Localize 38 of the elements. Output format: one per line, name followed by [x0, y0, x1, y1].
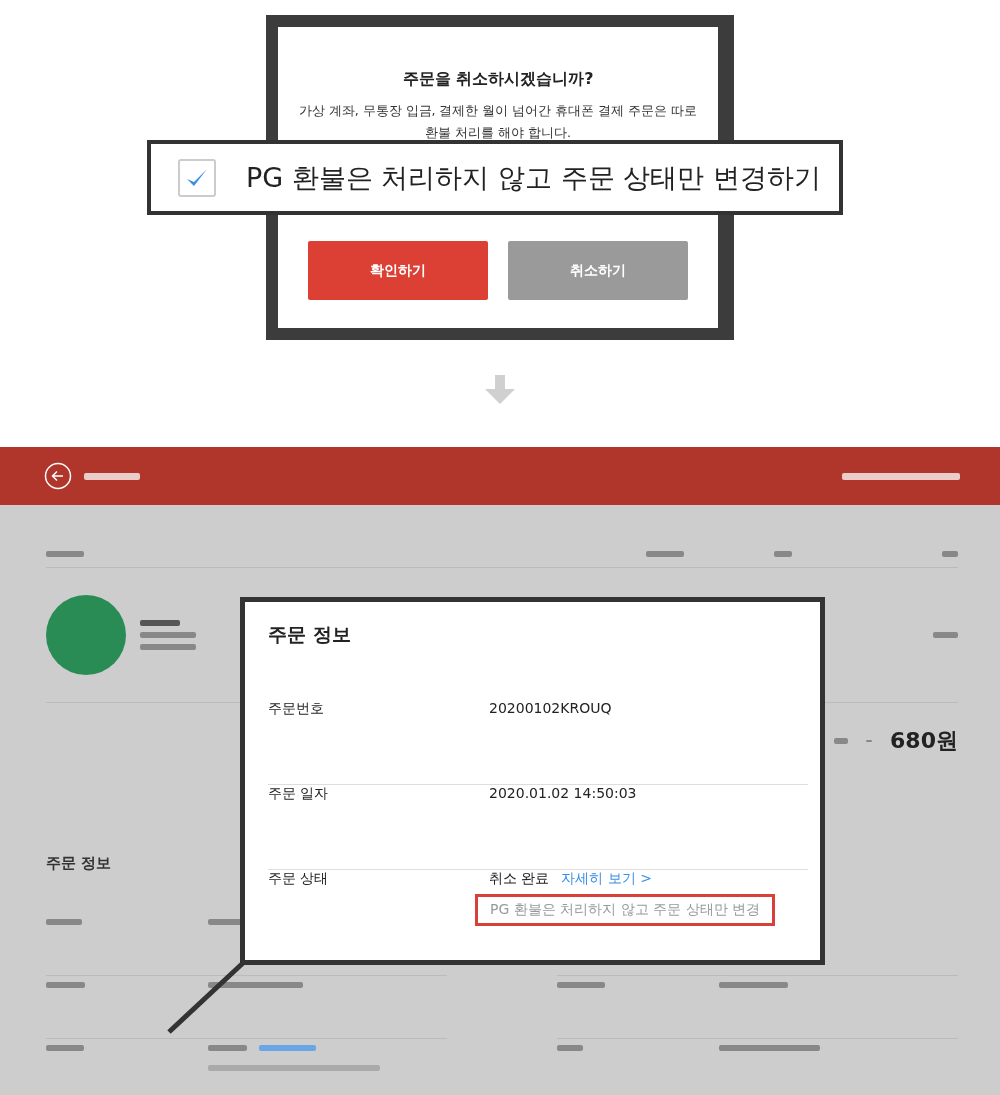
- blurred-text: [719, 982, 788, 988]
- blurred-text: [557, 1045, 583, 1051]
- details-link[interactable]: 자세히 보기 >: [561, 870, 653, 886]
- panel-title: 주문 정보: [268, 622, 352, 647]
- blurred-text: [140, 644, 196, 650]
- total-price: 680원: [890, 727, 958, 755]
- blurred-text: [140, 620, 180, 626]
- blurred-text: [834, 738, 849, 744]
- field-label: 주문 일자: [268, 785, 330, 803]
- blurred-text: [774, 551, 792, 557]
- blurred-text: [84, 472, 140, 480]
- blurred-text: [46, 551, 84, 557]
- blurred-link[interactable]: [259, 1045, 316, 1051]
- blurred-text: [46, 1045, 84, 1051]
- dialog-message: 가상 계좌, 무통장 입금, 결제한 월이 넘어간 휴대폰 결제 주문은 따로 환불 처리를 해야 합니다.: [298, 102, 698, 142]
- blurred-text: [46, 919, 82, 925]
- blurred-text: [557, 982, 605, 988]
- field-value: 20200102KROUQ: [489, 700, 612, 716]
- dialog-title: 주문을 취소하시겠습니까?: [402, 69, 594, 90]
- down-arrow-icon: [483, 375, 517, 405]
- confirm-button[interactable]: 확인하기: [308, 241, 488, 300]
- blurred-text: [208, 1045, 247, 1051]
- field-value: 2020.01.02 14:50:03: [489, 785, 637, 801]
- back-icon[interactable]: [44, 462, 72, 490]
- minus-icon: [866, 740, 873, 742]
- blurred-text: [933, 632, 958, 638]
- section-title: 주문 정보: [46, 854, 113, 873]
- field-value: 취소 완료: [489, 870, 550, 886]
- status-note: PG 환불은 처리하지 않고 주문 상태만 변경: [475, 894, 775, 926]
- field-label: 주문번호: [268, 700, 325, 718]
- checkbox[interactable]: [178, 158, 216, 197]
- blurred-text: [140, 632, 196, 638]
- blurred-text: [646, 551, 684, 557]
- field-label: 주문 상태: [268, 870, 330, 888]
- cancel-button[interactable]: 취소하기: [508, 241, 688, 300]
- checkbox-label: PG 환불은 처리하지 않고 주문 상태만 변경하기: [246, 160, 821, 195]
- blurred-text: [46, 982, 85, 988]
- blurred-text: [942, 551, 958, 557]
